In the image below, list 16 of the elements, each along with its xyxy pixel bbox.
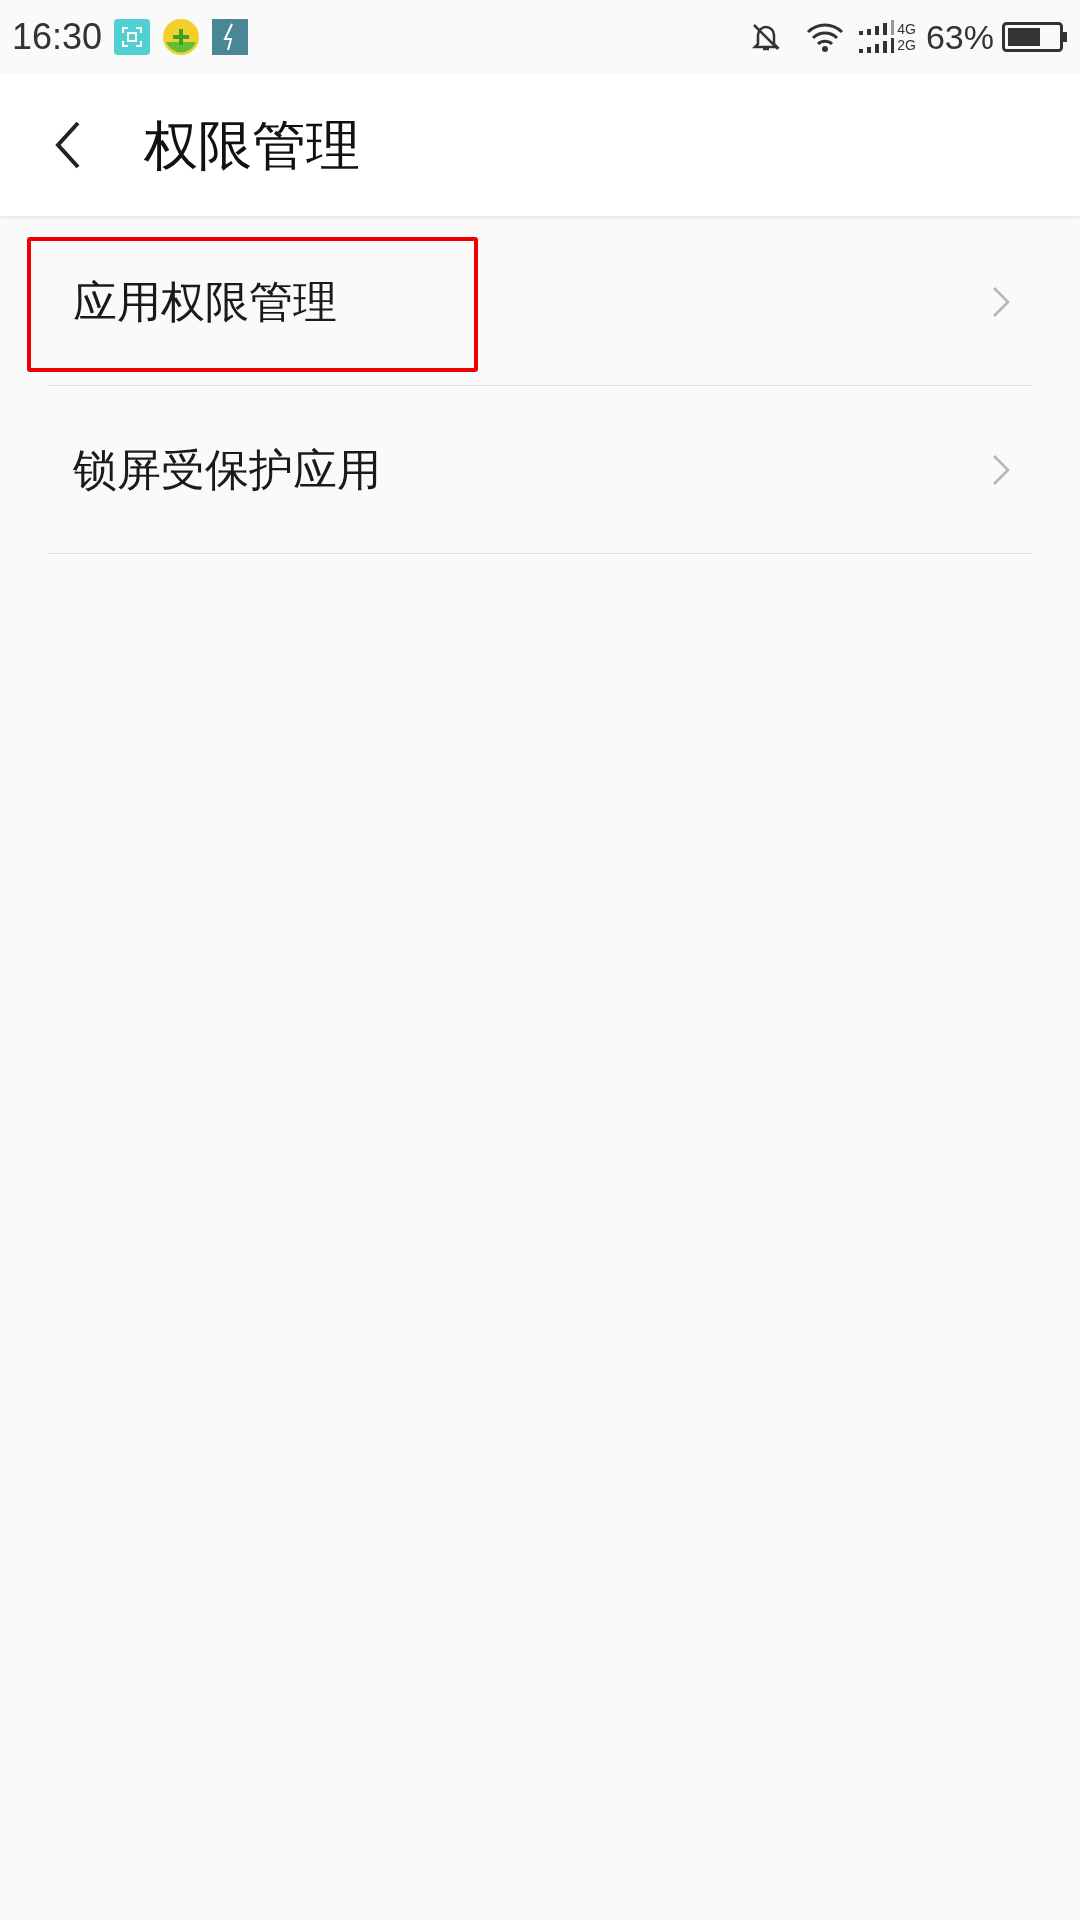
- network-type: 4G: [897, 22, 916, 36]
- signal-icon: [859, 20, 896, 54]
- network-type: 2G: [897, 38, 916, 52]
- battery-percent: 63%: [925, 20, 994, 54]
- lightning-icon: [212, 19, 249, 55]
- page-title: 权限管理: [144, 113, 360, 177]
- plus-circle-icon: [162, 18, 201, 56]
- status-time: 16:30: [12, 19, 103, 55]
- wifi-icon: [805, 21, 846, 53]
- row-label: 应用权限管理: [73, 275, 338, 328]
- row-label: 锁屏受保护应用: [73, 443, 382, 496]
- chevron-right-icon: [992, 285, 1010, 318]
- chevron-right-icon: [992, 453, 1010, 486]
- screenshot-app-icon: [114, 19, 151, 55]
- back-icon: [55, 120, 81, 170]
- battery-icon: [1002, 22, 1068, 52]
